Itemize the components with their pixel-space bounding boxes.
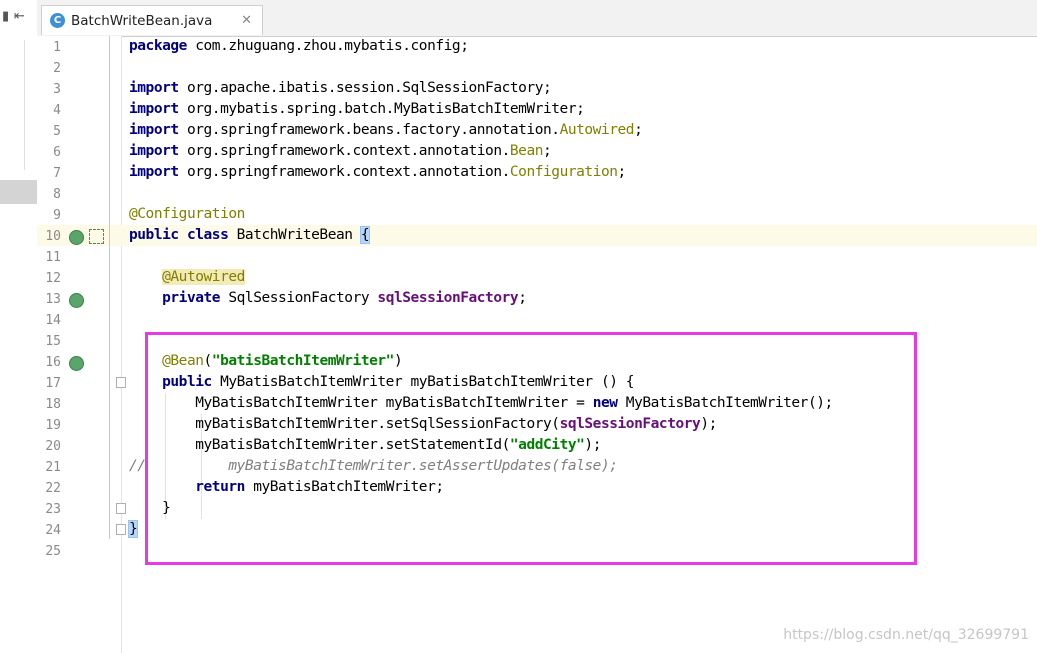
line-number: 25 [45,544,61,559]
highlight-annotation-box [145,332,917,565]
watermark-url: https://blog.csdn.net/qq_32699791 [783,627,1029,643]
left-tool-strip: ▮ ⇤ [0,0,38,653]
gutter-divider [109,36,110,539]
code-line-12: @Autowired [162,269,245,285]
editor-tab-bar: C BatchWriteBean.java ✕ [37,0,1037,37]
line-number: 24 [45,523,61,538]
code-line-4: import org.mybatis.spring.batch.MyBatisB… [129,101,585,117]
line-number: 19 [45,418,61,433]
bean-class-icon[interactable] [69,230,84,245]
line-number: 4 [53,103,61,118]
code-line-24: } [127,520,139,538]
line-number: 18 [45,397,61,412]
code-line-1: package com.zhuguang.zhou.mybatis.config… [129,38,469,54]
line-number: 22 [45,481,61,496]
collapse-left-icon[interactable]: ⇤ [14,9,25,24]
tab-batchwritebean[interactable]: C BatchWriteBean.java ✕ [41,5,263,35]
line-gutter[interactable]: 1 2 3 4 5 6 7 8 9 10 11 12 13 14 15 16 17 18 19 20 21 22 23 24 2… [37,36,126,653]
line-number: 12 [45,271,61,286]
bean-method-icon[interactable] [69,356,84,371]
line-number: 13 [45,292,61,307]
line-number: 23 [45,502,61,517]
close-icon[interactable]: ✕ [241,13,252,28]
line-number: 16 [45,355,61,370]
line-number: 21 [45,460,61,475]
code-line-7: import org.springframework.context.annot… [129,164,626,180]
line-number: 17 [45,376,61,391]
code-line-9: @Configuration [129,206,245,222]
line-number: 6 [53,145,61,160]
code-line-13: private SqlSessionFactory sqlSessionFact… [162,290,527,306]
code-line-6: import org.springframework.context.annot… [129,143,552,159]
tab-title: BatchWriteBean.java [71,12,213,29]
class-icon: C [50,13,65,28]
line-number: 2 [53,61,61,76]
line-number: 1 [53,40,61,55]
line-number: 9 [53,208,61,223]
spring-config-icon[interactable] [89,229,104,244]
line-number: 15 [45,334,61,349]
line-number: 20 [45,439,61,454]
code-line-10: public class BatchWriteBean { [129,226,371,244]
line-number: 11 [45,250,61,265]
line-number: 3 [53,82,61,97]
project-tree-selection[interactable] [0,180,37,204]
line-number: 8 [53,187,61,202]
code-line-5: import org.springframework.beans.factory… [129,122,643,138]
restore-icon[interactable]: ▮ [2,9,9,24]
code-line-3: import org.apache.ibatis.session.SqlSess… [129,80,552,96]
autowired-bean-icon[interactable] [69,293,84,308]
line-number: 7 [53,166,61,181]
line-number: 5 [53,124,61,139]
line-number: 14 [45,313,61,328]
divider [24,40,25,170]
line-number: 10 [45,229,61,244]
